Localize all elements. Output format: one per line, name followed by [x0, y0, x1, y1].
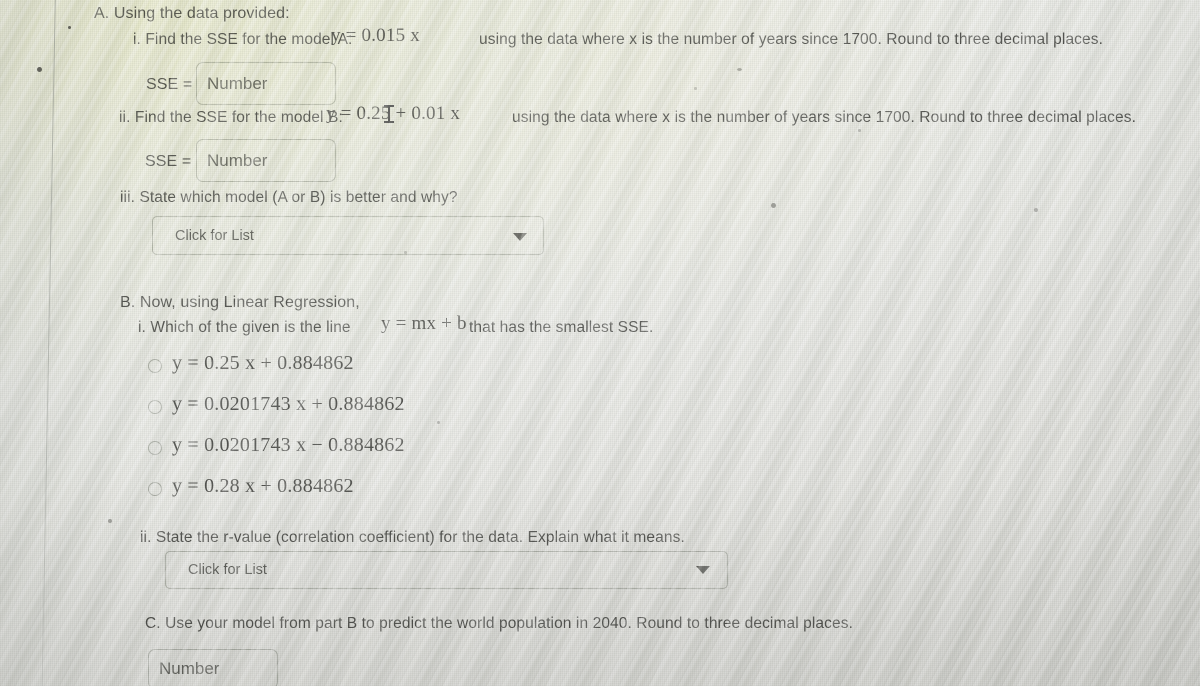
radio-option-3[interactable]	[148, 441, 162, 455]
radio-option-4[interactable]	[148, 482, 162, 496]
part-a-iii-label: iii. State which model (A or B) is bette…	[120, 189, 458, 206]
part-a-i-label-post: using the data where x is the number of …	[479, 31, 1103, 48]
option-1-label: y = 0.25 x + 0.884862	[172, 352, 354, 374]
part-a-i-sse-label: SSE =	[146, 76, 193, 93]
part-a-ii-sse-label: SSE =	[145, 153, 192, 170]
part-a-iii-dropdown-value: Click for List	[175, 227, 254, 244]
part-a-ii-label-pre: ii. Find the SSE for the model B:	[119, 109, 343, 126]
part-a-i-sse-placeholder: Number	[207, 73, 268, 93]
part-b-ii-dropdown-value: Click for List	[188, 562, 267, 578]
option-2-label: y = 0.0201743 x + 0.884862	[172, 393, 405, 415]
part-a-ii-label-post: using the data where x is the number of …	[512, 109, 1136, 126]
part-a-iii-dropdown[interactable]: Click for List	[152, 216, 544, 255]
part-b-ii-label: ii. State the r-value (correlation coeff…	[140, 529, 685, 546]
part-a-ii-equation: y = 0.25 + 0.01 x	[326, 103, 461, 124]
part-b-heading: B. Now, using Linear Regression,	[120, 294, 360, 311]
part-a-ii-sse-input[interactable]: Number	[196, 139, 336, 182]
part-a-i-equation: y = 0.015 x	[331, 25, 420, 46]
part-b-i-label-post: that has the smallest SSE.	[469, 319, 654, 336]
part-a-ii-sse-placeholder: Number	[207, 150, 268, 170]
photographed-screen: A. Using the data provided: i. Find the …	[0, 0, 1200, 686]
part-c-placeholder: Number	[159, 659, 220, 678]
chevron-down-icon	[513, 233, 527, 241]
option-4-label: y = 0.28 x + 0.884862	[172, 475, 354, 497]
part-b-ii-dropdown[interactable]: Click for List	[165, 551, 728, 589]
part-b-i-label-pre: i. Which of the given is the line	[138, 319, 351, 336]
part-c-input[interactable]: Number	[148, 649, 278, 686]
part-c-heading: C. Use your model from part B to predict…	[145, 615, 853, 632]
part-a-i-label-pre: i. Find the SSE for the model A:	[133, 31, 353, 48]
part-b-i-equation: y = mx + b	[381, 313, 467, 334]
option-3-label: y = 0.0201743 x − 0.884862	[172, 434, 405, 456]
radio-option-2[interactable]	[148, 400, 162, 414]
assignment-content: A. Using the data provided: i. Find the …	[0, 0, 1200, 686]
part-a-heading: A. Using the data provided:	[94, 5, 290, 22]
chevron-down-icon	[696, 566, 710, 574]
part-a-i-sse-input[interactable]: Number	[196, 62, 336, 105]
radio-option-1[interactable]	[148, 359, 162, 373]
